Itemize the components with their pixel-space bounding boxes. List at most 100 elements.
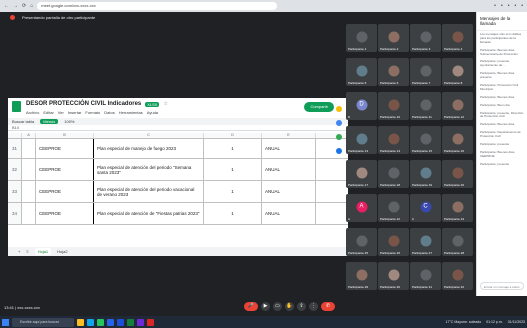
more-options-button[interactable]: ⋮ xyxy=(309,302,318,311)
menu-item[interactable]: Herramientas xyxy=(119,110,143,116)
home-icon[interactable]: ⌂ xyxy=(30,3,33,9)
cell[interactable]: Plan especial de manejo de fuego 2023 xyxy=(94,139,204,158)
file-explorer-icon[interactable] xyxy=(77,318,84,326)
menu-item[interactable]: Ver xyxy=(58,110,64,116)
captions-button[interactable]: ▭ xyxy=(273,302,282,311)
cell[interactable]: Plan especial de atención del periodo "S… xyxy=(94,159,204,180)
powerpoint-icon[interactable] xyxy=(147,318,154,326)
calendar-icon[interactable] xyxy=(336,106,342,112)
participant-tile[interactable]: Participante 12 xyxy=(442,92,473,120)
menu-item[interactable]: Archivo xyxy=(26,110,39,116)
participant-tile[interactable]: AA xyxy=(346,194,377,222)
search-tools[interactable]: Buscar tabla xyxy=(12,119,34,124)
column-header[interactable]: D xyxy=(204,133,262,138)
participant-tile[interactable]: Participante 5 xyxy=(346,58,377,86)
menu-item[interactable]: Insertar xyxy=(68,110,82,116)
participant-tile[interactable]: Participante 19 xyxy=(410,160,441,188)
reload-icon[interactable]: ⟳ xyxy=(22,3,26,9)
participant-tile[interactable]: Participante 13 xyxy=(346,126,377,154)
participant-tile[interactable]: Participante 18 xyxy=(378,160,409,188)
zoom-select[interactable]: 100% xyxy=(64,119,74,124)
cell[interactable] xyxy=(22,139,36,158)
participant-tile[interactable]: Participante 17 xyxy=(346,160,377,188)
camera-button[interactable]: ▶ xyxy=(261,302,270,311)
teams-icon[interactable] xyxy=(137,318,144,326)
present-button[interactable]: ⇪ xyxy=(297,302,306,311)
cell[interactable]: 1 xyxy=(204,139,262,158)
forward-icon[interactable]: → xyxy=(13,3,18,9)
extension-icon[interactable]: • xyxy=(501,3,503,9)
clock-date[interactable]: 01/11/2023 xyxy=(508,320,525,324)
chrome-icon[interactable] xyxy=(97,318,104,326)
cell[interactable]: Plan especial de atención de "Fiestas pa… xyxy=(94,203,204,224)
windows-start-icon[interactable] xyxy=(2,318,9,326)
back-icon[interactable]: ← xyxy=(4,3,9,9)
cell[interactable]: 1 xyxy=(204,181,262,202)
menu-item[interactable]: Formato xyxy=(85,110,100,116)
participant-tile[interactable]: Participante 27 xyxy=(410,228,441,256)
excel-icon[interactable] xyxy=(127,318,134,326)
sheet-tab-active[interactable]: Hoja1 xyxy=(34,248,52,255)
participant-tile[interactable]: CC xyxy=(410,194,441,222)
cell[interactable]: ANUAL xyxy=(262,139,316,158)
weather-widget[interactable]: 17°C Mayorm. soleado xyxy=(446,320,482,324)
row-number[interactable]: 32 xyxy=(8,159,22,180)
participant-tile[interactable]: Participante 20 xyxy=(442,160,473,188)
cell-reference[interactable]: B10 xyxy=(12,125,19,130)
participant-tile[interactable]: Participante 31 xyxy=(410,262,441,290)
keep-icon[interactable] xyxy=(336,120,342,126)
cell[interactable]: 1 xyxy=(204,203,262,224)
cell[interactable]: CEEPROE xyxy=(36,139,94,158)
edge-icon[interactable] xyxy=(87,318,94,326)
participant-tile[interactable]: Participante 25 xyxy=(346,228,377,256)
participant-tile[interactable]: Participante 28 xyxy=(442,228,473,256)
cell[interactable]: ANUAL xyxy=(262,181,316,202)
cell[interactable]: ANUAL xyxy=(262,159,316,180)
participant-tile[interactable]: Participante 14 xyxy=(378,126,409,154)
participant-tile[interactable]: Participante 6 xyxy=(378,58,409,86)
participant-tile[interactable]: Participante 1 xyxy=(346,24,377,52)
participant-tile[interactable]: Participante 26 xyxy=(378,228,409,256)
participant-tile[interactable]: Participante 29 xyxy=(346,262,377,290)
raise-hand-button[interactable]: ✋ xyxy=(285,302,294,311)
menus-button[interactable]: Menús xyxy=(40,119,59,124)
chat-input[interactable]: Enviar un mensaje a todos xyxy=(480,282,524,290)
cell[interactable]: CEEPROE xyxy=(36,181,94,202)
participant-tile[interactable]: Participante 15 xyxy=(410,126,441,154)
formula-bar[interactable]: B10 xyxy=(8,125,348,131)
cell[interactable] xyxy=(22,159,36,180)
column-header[interactable]: C xyxy=(94,133,204,138)
extension-icon[interactable]: • xyxy=(514,3,516,9)
extension-icon[interactable]: • xyxy=(508,3,510,9)
participant-tile[interactable]: Participante 24 xyxy=(442,194,473,222)
all-sheets-icon[interactable]: ≡ xyxy=(26,249,28,254)
participant-tile[interactable]: Participante 4 xyxy=(442,24,473,52)
row-number[interactable]: 31 xyxy=(8,139,22,158)
column-header[interactable]: B xyxy=(36,133,94,138)
address-bar[interactable]: meet.google.com/xxx-xxxx-xxx xyxy=(37,2,278,10)
cell[interactable] xyxy=(22,203,36,224)
word-icon[interactable] xyxy=(117,318,124,326)
row-number[interactable]: 33 xyxy=(8,181,22,202)
sheet-tab[interactable]: Hoja2 xyxy=(57,249,67,254)
participant-tile[interactable]: Participante 3 xyxy=(410,24,441,52)
outlook-icon[interactable] xyxy=(107,318,114,326)
contacts-icon[interactable] xyxy=(336,148,342,154)
cell[interactable]: CEEPROE xyxy=(36,159,94,180)
tasks-icon[interactable] xyxy=(336,134,342,140)
column-header[interactable]: E xyxy=(262,133,316,138)
row-number[interactable]: 34 xyxy=(8,203,22,224)
column-header[interactable]: A xyxy=(22,133,36,138)
taskbar-search-input[interactable]: Escribe aquí para buscar xyxy=(12,317,74,327)
participant-tile[interactable]: Participante 30 xyxy=(378,262,409,290)
corner-header[interactable] xyxy=(8,133,22,138)
participant-tile[interactable]: Participante 22 xyxy=(378,194,409,222)
participant-tile[interactable]: Participante 11 xyxy=(410,92,441,120)
cell[interactable]: CEEPROE xyxy=(36,203,94,224)
menu-item[interactable]: Ayuda xyxy=(147,110,158,116)
menu-item[interactable]: Editar xyxy=(43,110,53,116)
cell[interactable]: 1 xyxy=(204,159,262,180)
menu-item[interactable]: Datos xyxy=(104,110,114,116)
cell[interactable] xyxy=(22,181,36,202)
participant-tile[interactable]: Participante 2 xyxy=(378,24,409,52)
